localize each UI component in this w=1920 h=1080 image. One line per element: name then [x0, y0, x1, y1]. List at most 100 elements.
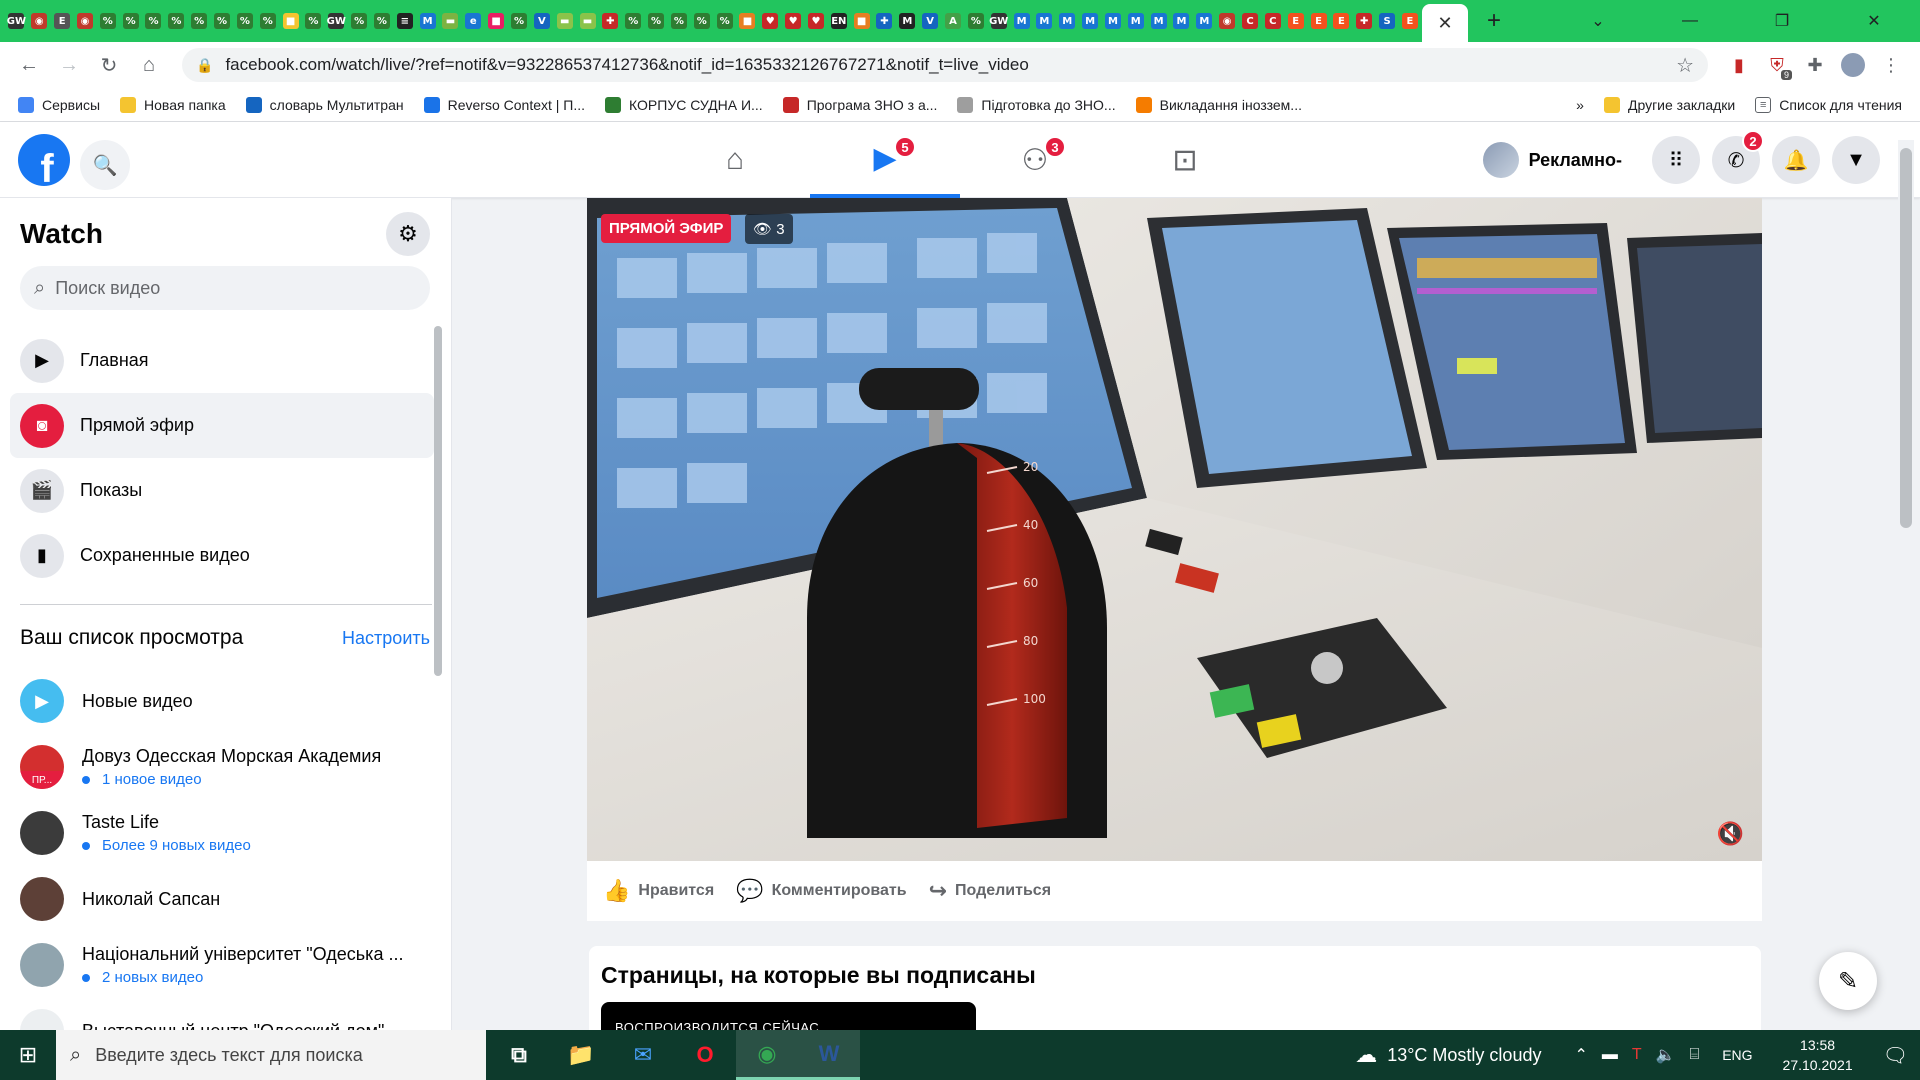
browser-tab[interactable]: %	[372, 6, 393, 36]
new-message-button[interactable]: ✎	[1819, 952, 1877, 1010]
account-menu-button[interactable]: ▼	[1832, 136, 1880, 184]
browser-tab[interactable]: ◉	[1217, 6, 1238, 36]
browser-tab[interactable]: M	[1103, 6, 1124, 36]
start-button[interactable]: ⊞	[0, 1030, 56, 1080]
action-button[interactable]: 👍 Нравится	[603, 878, 714, 904]
tab-search-icon[interactable]: ⌄	[1552, 0, 1644, 42]
taskbar-app-word[interactable]: W	[798, 1030, 860, 1080]
notification-center-icon[interactable]: 🗨	[1883, 1043, 1908, 1068]
reload-icon[interactable]: ↻	[92, 48, 126, 82]
browser-tab[interactable]: ✚	[1354, 6, 1375, 36]
bookmark-item[interactable]: Новая папка	[120, 96, 226, 113]
new-tab-button[interactable]: +	[1476, 3, 1512, 39]
tab-groups[interactable]: ⚇ 3	[960, 122, 1110, 198]
browser-tab[interactable]: ▬	[577, 6, 598, 36]
browser-tab[interactable]: A	[943, 6, 964, 36]
browser-tab[interactable]: ■	[737, 6, 758, 36]
sidebar-item[interactable]: ▮ Сохраненные видео	[10, 523, 434, 588]
watchlist-item[interactable]: ▶ Новые видео	[20, 668, 430, 734]
watch-settings-button[interactable]: ⚙	[386, 212, 430, 256]
browser-tab[interactable]: GW	[988, 6, 1009, 36]
browser-tab[interactable]: %	[120, 6, 141, 36]
browser-tab[interactable]: GW	[6, 6, 27, 36]
forward-icon[interactable]: →	[52, 48, 86, 82]
browser-tab[interactable]: ■	[851, 6, 872, 36]
weather-widget[interactable]: ☁ 13°C Mostly cloudy	[1355, 1042, 1541, 1068]
sidebar-item[interactable]: ▶ Главная	[10, 328, 434, 393]
browser-tab[interactable]: %	[234, 6, 255, 36]
browser-tab[interactable]: %	[303, 6, 324, 36]
taskbar-app-mail[interactable]: ✉	[612, 1030, 674, 1080]
browser-tab[interactable]: ♥	[806, 6, 827, 36]
volume-icon[interactable]: 🔈	[1656, 1045, 1676, 1065]
tab-home[interactable]: ⌂	[660, 122, 810, 198]
browser-tab[interactable]: E	[1331, 6, 1352, 36]
watchlist-item[interactable]: Taste Life Более 9 новых видео	[20, 800, 430, 866]
browser-tab[interactable]: ■	[486, 6, 507, 36]
watchlist-item[interactable]: Выставочный центр "Одесский дом"	[20, 998, 430, 1030]
browser-tab[interactable]: ✚	[874, 6, 895, 36]
browser-tab[interactable]: E	[1399, 6, 1420, 36]
action-button[interactable]: ↪ Поделиться	[929, 878, 1051, 904]
video-player[interactable]: 20 40 60 80 100 ПРЯМОЙ ЭФИР 👁 3 🔇	[587, 198, 1762, 861]
menu-grid-button[interactable]: ⠿	[1652, 136, 1700, 184]
browser-tab[interactable]: %	[212, 6, 233, 36]
browser-tab[interactable]: M	[1125, 6, 1146, 36]
bookmark-item[interactable]: Reverso Context | П...	[423, 96, 585, 113]
tab-watch[interactable]: ▶ 5	[810, 122, 960, 198]
fb-search-button[interactable]: 🔍	[80, 140, 130, 190]
close-window-button[interactable]: ✕	[1828, 0, 1920, 42]
scrollbar-thumb[interactable]	[1900, 148, 1912, 528]
browser-tab[interactable]: V	[920, 6, 941, 36]
watchlist-manage-link[interactable]: Настроить	[342, 628, 430, 649]
extensions-puzzle-icon[interactable]: ✚	[1798, 48, 1832, 82]
browser-tab[interactable]: %	[646, 6, 667, 36]
maximize-button[interactable]: ❐	[1736, 0, 1828, 42]
language-indicator[interactable]: ENG	[1722, 1047, 1752, 1063]
bookmarks-more-button[interactable]: »	[1576, 97, 1584, 113]
watchlist-item[interactable]: ПР... Довуз Одесская Морская Академия 1 но…	[20, 734, 430, 800]
browser-tab[interactable]: M	[1011, 6, 1032, 36]
browser-tab[interactable]: M	[1194, 6, 1215, 36]
browser-tab[interactable]: S	[1377, 6, 1398, 36]
tray-text-icon[interactable]: T	[1632, 1046, 1642, 1064]
video-search[interactable]: ⌕	[20, 266, 430, 310]
sidebar-item[interactable]: 🎬 Показы	[10, 458, 434, 523]
browser-tab[interactable]: %	[349, 6, 370, 36]
browser-tab[interactable]: ≡	[394, 6, 415, 36]
browser-tab[interactable]: ◉	[75, 6, 96, 36]
browser-tab[interactable]: ■	[280, 6, 301, 36]
taskbar-app-task-view[interactable]: ⧉	[488, 1030, 550, 1080]
browser-tab[interactable]: C	[1262, 6, 1283, 36]
browser-tab[interactable]: M	[897, 6, 918, 36]
bookmark-star-icon[interactable]: ☆	[1676, 53, 1694, 78]
other-bookmarks[interactable]: Другие закладки	[1603, 96, 1735, 113]
profile-chip[interactable]: Рекламно-	[1482, 142, 1622, 178]
page-scrollbar[interactable]	[1898, 140, 1914, 1020]
bookmark-item[interactable]: Сервисы	[18, 96, 100, 113]
bookmark-item[interactable]: Підготовка до ЗНО...	[957, 96, 1116, 113]
browser-tab[interactable]: %	[97, 6, 118, 36]
profile-avatar-icon[interactable]	[1836, 48, 1870, 82]
browser-tab[interactable]: e	[463, 6, 484, 36]
browser-tab[interactable]: %	[143, 6, 164, 36]
browser-tab[interactable]: %	[714, 6, 735, 36]
browser-tab[interactable]: C	[1240, 6, 1261, 36]
close-tab-icon[interactable]: ✕	[1437, 13, 1452, 34]
browser-tab[interactable]: ▬	[440, 6, 461, 36]
taskbar-app-opera[interactable]: O	[674, 1030, 736, 1080]
messenger-button[interactable]: ✆ 2	[1712, 130, 1764, 184]
taskbar-app-explorer[interactable]: 📁	[550, 1030, 612, 1080]
browser-tab[interactable]: ♥	[760, 6, 781, 36]
watchlist-item[interactable]: Николай Сапсан	[20, 866, 430, 932]
browser-tab[interactable]: M	[1080, 6, 1101, 36]
mute-icon[interactable]: 🔇	[1717, 821, 1744, 847]
bookmark-item[interactable]: Викладання іноззем...	[1135, 96, 1302, 113]
browser-tab[interactable]: %	[257, 6, 278, 36]
browser-tab[interactable]: M	[1034, 6, 1055, 36]
browser-tab[interactable]: %	[668, 6, 689, 36]
browser-tab[interactable]: %	[691, 6, 712, 36]
browser-tab[interactable]: ✚	[600, 6, 621, 36]
browser-tab[interactable]: ◉	[29, 6, 50, 36]
active-tab[interactable]: ✕	[1422, 4, 1468, 42]
